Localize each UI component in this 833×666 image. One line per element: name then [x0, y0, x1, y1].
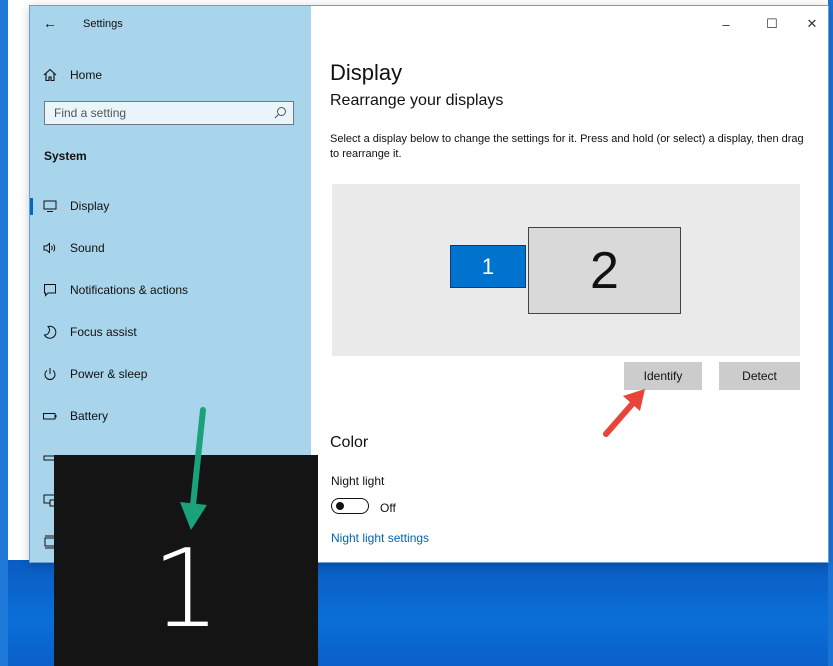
sidebar-item-focus-assist[interactable]: Focus assist: [30, 315, 311, 349]
night-light-settings-link[interactable]: Night light settings: [331, 531, 429, 545]
section-heading-color: Color: [330, 434, 369, 451]
sidebar-item-notifications[interactable]: Notifications & actions: [30, 273, 311, 307]
search-input[interactable]: [45, 102, 269, 124]
night-light-state: Off: [380, 501, 396, 515]
toggle-knob: [336, 502, 344, 510]
battery-icon: [43, 409, 57, 423]
sidebar-item-display[interactable]: Display: [30, 189, 311, 223]
notification-icon: [43, 283, 57, 297]
section-title: System: [44, 149, 87, 163]
desktop-edge-right: [828, 0, 833, 666]
sidebar-item-label: Sound: [70, 241, 105, 255]
speaker-icon: [43, 241, 57, 255]
sidebar-item-label: Notifications & actions: [70, 283, 189, 297]
night-light-toggle[interactable]: [331, 498, 369, 514]
desktop-edge-left: [0, 0, 8, 666]
sidebar-item-label: Battery: [70, 409, 109, 423]
sidebar-item-sound[interactable]: Sound: [30, 231, 311, 265]
display-arrangement-area: 1 2: [332, 184, 800, 356]
back-arrow-icon[interactable]: ←: [43, 15, 57, 31]
night-light-label: Night light: [331, 474, 385, 488]
search-icon[interactable]: [274, 106, 287, 119]
display-1-tile[interactable]: 1: [450, 245, 526, 288]
sidebar-item-battery[interactable]: Battery: [30, 399, 311, 433]
detect-button[interactable]: Detect: [719, 362, 800, 390]
arrange-description: Select a display below to change the set…: [330, 133, 804, 160]
home-nav-item[interactable]: Home: [43, 65, 102, 85]
sidebar-item-label: Display: [70, 199, 110, 213]
identify-overlay: 1: [54, 455, 318, 666]
power-icon: [43, 367, 57, 381]
window-title: Settings: [83, 18, 123, 30]
identify-button[interactable]: Identify: [624, 362, 702, 390]
section-heading-rearrange: Rearrange your displays: [330, 92, 504, 109]
sidebar-item-label: Focus assist: [70, 325, 137, 339]
display-2-tile[interactable]: 2: [528, 227, 681, 314]
main-content: Display Rearrange your displays Select a…: [311, 6, 828, 562]
monitor-icon: [43, 199, 57, 213]
home-icon: [43, 68, 57, 82]
page-title: Display: [330, 60, 403, 85]
search-box[interactable]: [44, 101, 294, 125]
sidebar-item-label: Power & sleep: [70, 367, 148, 381]
home-label: Home: [70, 68, 103, 82]
sidebar-item-power-sleep[interactable]: Power & sleep: [30, 357, 311, 391]
moon-icon: [43, 325, 57, 339]
